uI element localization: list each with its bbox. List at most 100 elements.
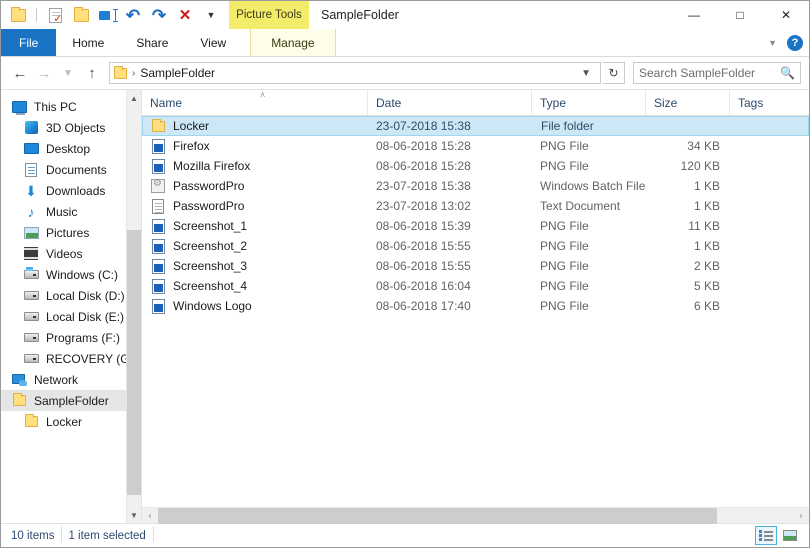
download-icon: ⬇ <box>25 182 37 199</box>
customize-chevron-icon[interactable]: ▼ <box>200 4 222 26</box>
forward-button[interactable]: → <box>33 61 55 85</box>
search-placeholder: Search SampleFolder <box>639 66 756 80</box>
sidebar-item-local-disk-d[interactable]: Local Disk (D:) <box>1 285 141 306</box>
new-folder-icon[interactable] <box>70 4 92 26</box>
horizontal-scrollbar[interactable]: ‹ › <box>142 507 809 524</box>
file-name-label: Mozilla Firefox <box>173 159 251 173</box>
minimize-button[interactable]: — <box>671 1 717 29</box>
column-header-name[interactable]: Name ˄ <box>142 90 368 115</box>
scroll-right-arrow-icon[interactable]: › <box>793 511 809 520</box>
collapse-ribbon-icon[interactable]: ▼ <box>768 38 777 48</box>
sidebar-item-locker[interactable]: Locker <box>1 411 141 432</box>
table-row[interactable]: Firefox 08-06-2018 15:28 PNG File 34 KB <box>142 136 809 156</box>
address-dropdown-icon[interactable]: ▼ <box>576 68 596 79</box>
tab-file[interactable]: File <box>1 29 57 56</box>
rename-icon[interactable] <box>96 4 118 26</box>
tab-manage[interactable]: Manage <box>250 29 336 56</box>
breadcrumb-sample-folder[interactable]: SampleFolder <box>140 66 215 80</box>
table-row[interactable]: Windows Logo 08-06-2018 17:40 PNG File 6 KB <box>142 296 809 316</box>
file-type-cell: PNG File <box>540 139 589 153</box>
address-input[interactable]: › SampleFolder ▼ <box>109 62 601 84</box>
navigation-pane: This PC 3D Objects Desktop Documents ⬇ Downlo… <box>1 90 141 523</box>
help-icon[interactable]: ? <box>787 35 803 51</box>
table-row[interactable]: Screenshot_1 08-06-2018 15:39 PNG File 11 K… <box>142 216 809 236</box>
sidebar-item-windows-c[interactable]: Windows (C:) <box>1 264 141 285</box>
navigation-scrollbar[interactable]: ▲ ▼ <box>126 90 141 523</box>
sidebar-item-local-disk-e[interactable]: Local Disk (E:) <box>1 306 141 327</box>
column-header-size[interactable]: Size <box>646 90 730 115</box>
table-row[interactable]: Locker 23-07-2018 15:38 File folder <box>142 116 809 136</box>
sidebar-item-label: Locker <box>46 414 83 429</box>
tab-view[interactable]: View <box>184 29 242 56</box>
file-size-cell: 1 KB <box>693 239 720 253</box>
table-row[interactable]: Screenshot_2 08-06-2018 15:55 PNG File 1 KB <box>142 236 809 256</box>
horizontal-scroll-track[interactable] <box>158 507 793 524</box>
sidebar-item-network[interactable]: Network <box>1 369 141 390</box>
horizontal-scrollbar-thumb[interactable] <box>158 507 717 524</box>
properties-icon[interactable] <box>44 4 66 26</box>
scroll-down-arrow-icon[interactable]: ▼ <box>127 507 141 523</box>
file-size-cell: 6 KB <box>693 299 720 313</box>
scroll-up-arrow-icon[interactable]: ▲ <box>127 90 141 106</box>
large-icons-view-button[interactable] <box>779 526 801 545</box>
explorer-body: This PC 3D Objects Desktop Documents ⬇ Downlo… <box>1 89 809 524</box>
undo-icon[interactable]: ↶ <box>122 4 144 26</box>
file-date-cell: 23-07-2018 13:02 <box>376 199 471 213</box>
png-file-icon <box>150 238 166 254</box>
maximize-button[interactable]: □ <box>717 1 763 29</box>
sidebar-item-samplefolder[interactable]: SampleFolder <box>1 390 141 411</box>
status-selection: 1 item selected <box>68 525 159 542</box>
file-name-label: Screenshot_3 <box>173 259 248 273</box>
sidebar-item-label: 3D Objects <box>46 120 106 135</box>
sidebar-item-3d-objects[interactable]: 3D Objects <box>1 117 141 138</box>
tab-share[interactable]: Share <box>120 29 184 56</box>
details-view-button[interactable] <box>755 526 777 545</box>
file-explorer-window: ↶ ↷ ✕ ▼ Picture Tools SampleFolder — □ ✕… <box>0 0 810 548</box>
scroll-left-arrow-icon[interactable]: ‹ <box>142 511 158 520</box>
drive-icon <box>23 351 39 367</box>
sidebar-item-label: Downloads <box>46 183 106 198</box>
refresh-button[interactable]: ↻ <box>603 62 625 84</box>
file-type-cell: Windows Batch File <box>540 179 646 193</box>
delete-icon[interactable]: ✕ <box>174 4 196 26</box>
up-button[interactable]: ↑ <box>81 61 103 85</box>
table-row[interactable]: Screenshot_4 08-06-2018 16:04 PNG File 5 KB <box>142 276 809 296</box>
file-name-label: Screenshot_4 <box>173 279 248 293</box>
sidebar-item-documents[interactable]: Documents <box>1 159 141 180</box>
column-header-type[interactable]: Type <box>532 90 646 115</box>
table-row[interactable]: Screenshot_3 08-06-2018 15:55 PNG File 2 KB <box>142 256 809 276</box>
search-icon[interactable]: 🔍 <box>780 66 795 80</box>
recent-locations-icon[interactable]: ▼ <box>57 61 79 85</box>
monitor-icon <box>11 99 27 115</box>
column-header-date[interactable]: Date <box>368 90 532 115</box>
sidebar-item-programs-f[interactable]: Programs (F:) <box>1 327 141 348</box>
contextual-tool-header: Picture Tools <box>229 1 309 29</box>
sidebar-item-recovery-g[interactable]: RECOVERY (G:) <box>1 348 141 369</box>
folder-icon <box>150 118 166 134</box>
column-header-tags[interactable]: Tags <box>730 90 809 115</box>
tab-home[interactable]: Home <box>56 29 120 56</box>
file-size-cell: 11 KB <box>688 219 720 233</box>
sidebar-item-pictures[interactable]: Pictures <box>1 222 141 243</box>
table-row[interactable]: PasswordPro 23-07-2018 15:38 Windows Batch… <box>142 176 809 196</box>
folder-icon <box>23 414 39 430</box>
sidebar-item-this-pc[interactable]: This PC <box>1 96 141 117</box>
file-name-label: Firefox <box>173 139 210 153</box>
search-input[interactable]: Search SampleFolder 🔍 <box>633 62 801 84</box>
document-icon <box>23 162 39 178</box>
close-button[interactable]: ✕ <box>763 1 809 29</box>
png-file-icon <box>150 218 166 234</box>
folder-icon[interactable] <box>7 4 29 26</box>
column-headers: Name ˄ Date Type Size Tags <box>142 90 809 116</box>
file-name-label: Windows Logo <box>173 299 252 313</box>
sidebar-item-desktop[interactable]: Desktop <box>1 138 141 159</box>
table-row[interactable]: PasswordPro 23-07-2018 13:02 Text Document… <box>142 196 809 216</box>
sidebar-item-music[interactable]: ♪ Music <box>1 201 141 222</box>
navigation-list: This PC 3D Objects Desktop Documents ⬇ Downlo… <box>1 96 141 432</box>
navigation-scrollbar-thumb[interactable] <box>127 230 141 495</box>
redo-icon[interactable]: ↷ <box>148 4 170 26</box>
back-button[interactable]: ← <box>9 61 31 85</box>
sidebar-item-downloads[interactable]: ⬇ Downloads <box>1 180 141 201</box>
table-row[interactable]: Mozilla Firefox 08-06-2018 15:28 PNG File 1… <box>142 156 809 176</box>
sidebar-item-videos[interactable]: Videos <box>1 243 141 264</box>
